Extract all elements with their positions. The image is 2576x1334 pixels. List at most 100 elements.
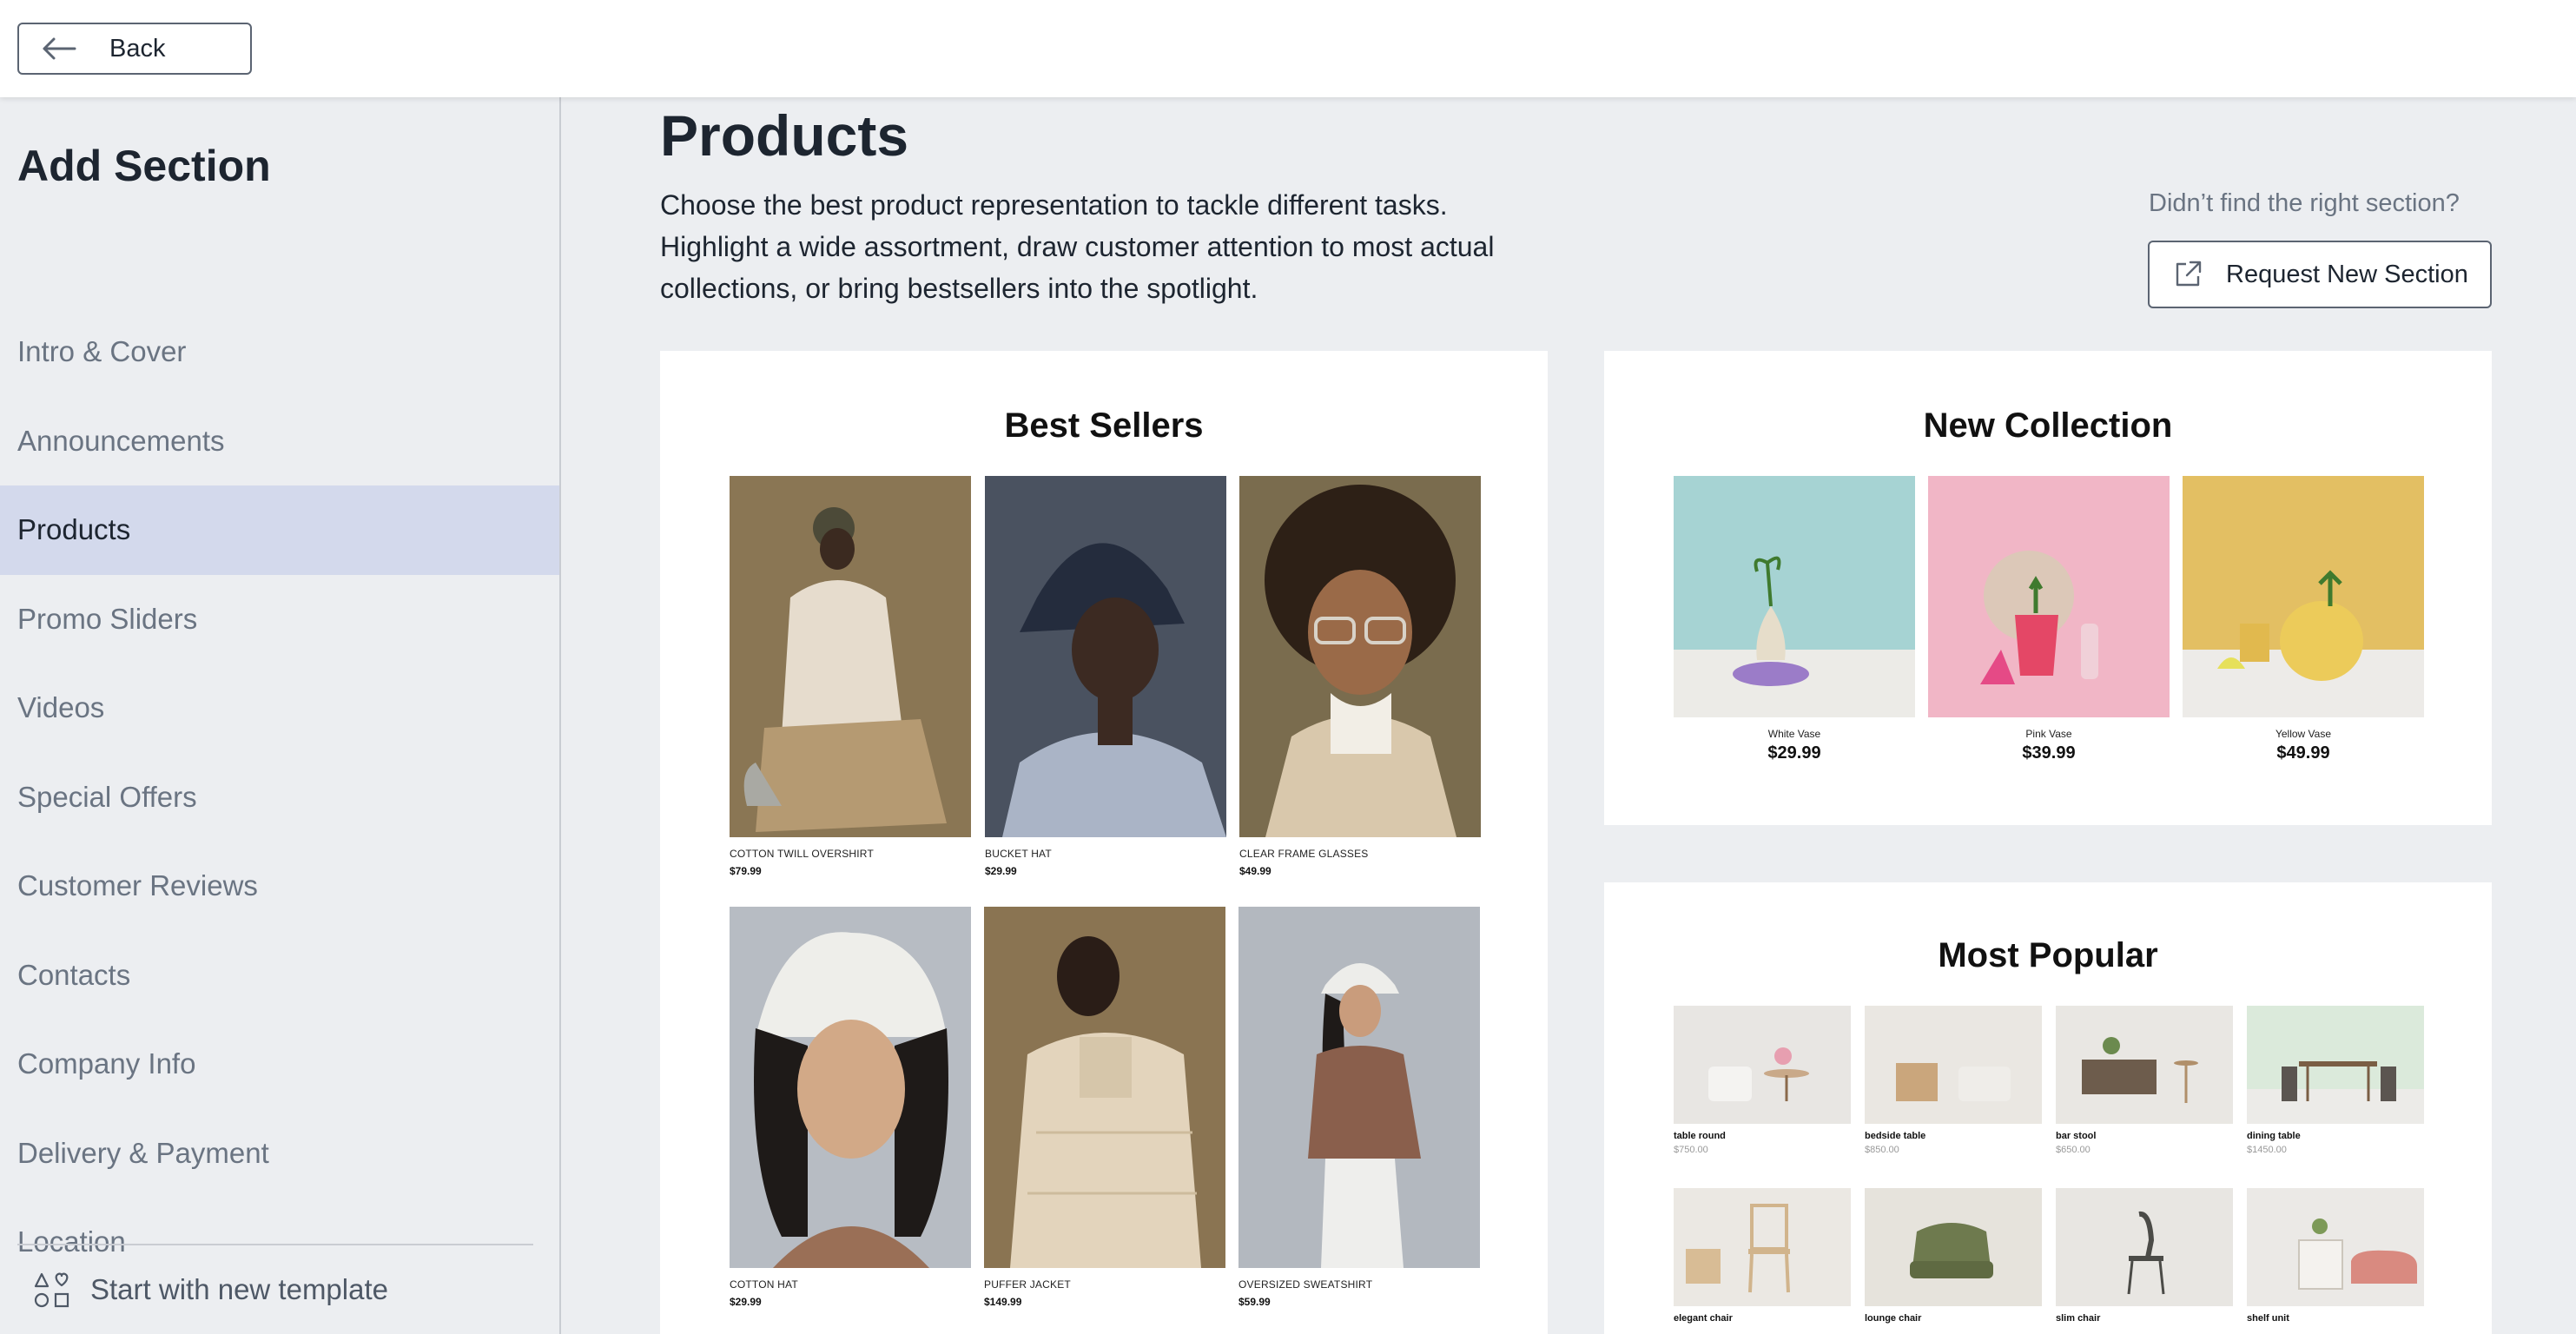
product-card: bar stool $650.00 [2056,1006,2233,1155]
product-image-cotton-hat [730,907,971,1268]
product-image-dining-table [2247,1006,2424,1124]
product-price: $29.99 [730,1296,762,1308]
external-link-icon [2172,259,2203,290]
section-template-best-sellers[interactable]: Best Sellers COTTON TWILL OVERSHIRT $79.… [660,351,1548,1334]
product-image-white-vase [1674,476,1915,717]
shapes-icon [33,1270,73,1310]
product-card: COTTON TWILL OVERSHIRT $79.99 [730,476,971,877]
product-card: shelf unit [2247,1188,2424,1327]
product-image-oversized-sweatshirt [1238,907,1480,1268]
sidebar-item-products[interactable]: Products [0,485,559,575]
sidebar-item-announcements[interactable]: Announcements [0,397,559,486]
product-image-bedside-table [1865,1006,2042,1124]
product-image-table-round [1674,1006,1851,1124]
section-category-list: Intro & Cover Announcements Products Pro… [0,307,559,1287]
product-price: $39.99 [2022,743,2076,763]
sidebar-item-promo-sliders[interactable]: Promo Sliders [0,575,559,664]
product-price: $149.99 [984,1296,1022,1308]
product-image-puffer-jacket [984,907,1225,1268]
product-image-bar-stool [2056,1006,2233,1124]
product-price: $59.99 [1238,1296,1271,1308]
description-line: Choose the best product representation t… [660,189,1448,221]
product-card: CLEAR FRAME GLASSES $49.99 [1239,476,1481,877]
product-card: slim chair [2056,1188,2233,1327]
start-new-template-button[interactable]: Start with new template [33,1270,388,1310]
back-button[interactable]: Back [17,23,252,75]
card-title: Best Sellers [1004,406,1204,445]
product-card: COTTON HAT $29.99 [730,907,971,1308]
start-new-template-label: Start with new template [90,1273,388,1305]
page-title: Products [660,103,909,168]
product-name: CLEAR FRAME GLASSES [1239,848,1369,860]
product-name: elegant chair [1674,1313,1733,1324]
sidebar: Add Section Intro & Cover Announcements … [0,97,561,1334]
arrow-left-icon [40,36,78,62]
product-name: bedside table [1865,1131,1926,1141]
sidebar-item-company-info[interactable]: Company Info [0,1020,559,1109]
sidebar-divider [17,1244,533,1245]
product-card: bedside table $850.00 [1865,1006,2042,1155]
top-bar: Back [0,0,2576,97]
product-name: shelf unit [2247,1313,2289,1324]
product-card: PUFFER JACKET $149.99 [984,907,1225,1308]
product-card: lounge chair [1865,1188,2042,1327]
product-card: Yellow Vase $49.99 [2183,476,2424,763]
product-name: BUCKET HAT [985,848,1052,860]
product-name: table round [1674,1131,1726,1141]
product-card: elegant chair [1674,1188,1851,1327]
product-name: Yellow Vase [2275,728,2332,740]
product-card: White Vase $29.99 [1674,476,1915,763]
product-image-shelf-unit [2247,1188,2424,1306]
product-price: $1450.00 [2247,1145,2287,1155]
product-card: table round $750.00 [1674,1006,1851,1155]
section-template-new-collection[interactable]: New Collection White Vase $29.99 Pink Va… [1604,351,2492,825]
card-title: Most Popular [1938,936,2158,974]
product-price: $750.00 [1674,1145,1708,1155]
product-card: OVERSIZED SWEATSHIRT $59.99 [1238,907,1480,1308]
product-name: PUFFER JACKET [984,1278,1071,1291]
description-line: collections, or bring bestsellers into t… [660,273,1258,304]
product-card: BUCKET HAT $29.99 [985,476,1226,877]
sidebar-item-customer-reviews[interactable]: Customer Reviews [0,842,559,931]
sidebar-item-delivery-payment[interactable]: Delivery & Payment [0,1109,559,1199]
sidebar-item-contacts[interactable]: Contacts [0,931,559,1020]
sidebar-item-videos[interactable]: Videos [0,664,559,753]
product-price: $29.99 [1767,743,1821,763]
product-image-bucket-hat [985,476,1226,837]
request-new-section-label: Request New Section [2226,260,2468,288]
product-name: lounge chair [1865,1313,1922,1324]
product-image-yellow-vase [2183,476,2424,717]
product-name: Pink Vase [2025,728,2072,740]
product-image-slim-chair [2056,1188,2233,1306]
product-name: bar stool [2056,1131,2097,1141]
sidebar-title: Add Section [17,142,271,190]
product-image-glasses [1239,476,1481,837]
product-price: $29.99 [985,865,1017,877]
sidebar-item-intro-cover[interactable]: Intro & Cover [0,307,559,397]
product-name: dining table [2247,1131,2301,1141]
product-image-elegant-chair [1674,1188,1851,1306]
section-template-most-popular[interactable]: Most Popular table round $750.00 bedside… [1604,882,2492,1334]
request-hint-text: Didn’t find the right section? [2149,189,2460,217]
request-new-section-button[interactable]: Request New Section [2148,241,2492,308]
product-price: $49.99 [2276,743,2330,763]
product-price: $49.99 [1239,865,1271,877]
product-card: Pink Vase $39.99 [1928,476,2170,763]
back-button-label: Back [109,34,166,63]
product-name: COTTON HAT [730,1278,798,1291]
sidebar-item-special-offers[interactable]: Special Offers [0,753,559,842]
product-price: $850.00 [1865,1145,1899,1155]
product-price: $650.00 [2056,1145,2091,1155]
product-image-pink-vase [1928,476,2170,717]
product-price: $79.99 [730,865,762,877]
product-name: OVERSIZED SWEATSHIRT [1238,1278,1373,1291]
product-image-lounge-chair [1865,1188,2042,1306]
description-line: Highlight a wide assortment, draw custom… [660,231,1495,262]
card-title: New Collection [1923,406,2173,445]
page-description: Choose the best product representation t… [660,184,1563,309]
product-name: COTTON TWILL OVERSHIRT [730,848,874,860]
product-name: slim chair [2056,1313,2101,1324]
product-image-overshirt [730,476,971,837]
product-name: White Vase [1767,728,1821,740]
product-card: dining table $1450.00 [2247,1006,2424,1155]
